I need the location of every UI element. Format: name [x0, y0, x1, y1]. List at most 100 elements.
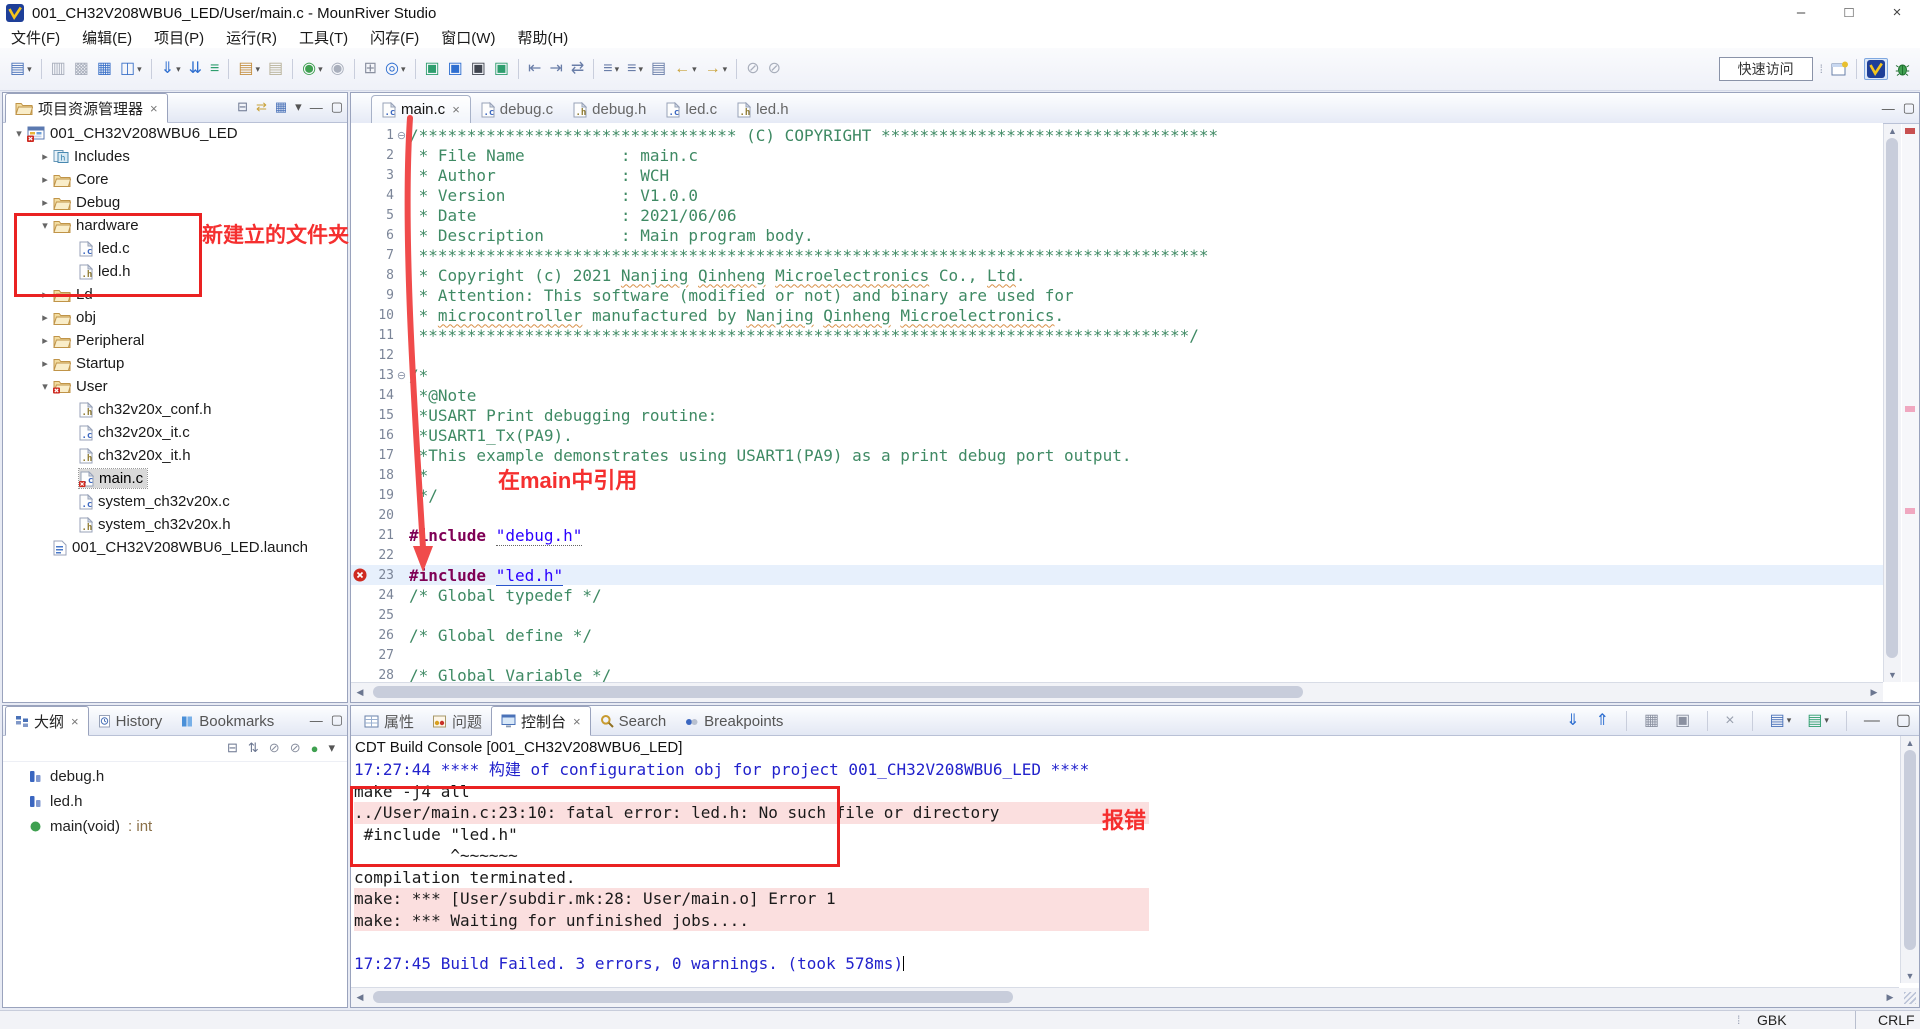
editor-tab-led.h[interactable]: .h led.h: [727, 96, 799, 123]
maximize-button[interactable]: □: [1826, 0, 1872, 26]
console-tab-属性[interactable]: 属性: [355, 707, 423, 735]
code-line-21[interactable]: 21 #include "debug.h": [351, 525, 1883, 546]
code-line-17[interactable]: 17 *This example demonstrates using USAR…: [351, 445, 1883, 465]
minimize-button[interactable]: –: [1778, 0, 1824, 26]
tree-item-main.c[interactable]: .c main.c: [3, 467, 347, 490]
fold-minus-icon[interactable]: ⊖: [394, 369, 409, 382]
toolbar-open-windows[interactable]: ▦: [94, 56, 115, 82]
minimize-icon[interactable]: —: [310, 713, 323, 728]
editor-horizontal-scrollbar[interactable]: ◀ ▶: [351, 682, 1883, 702]
editor-tab-led.c[interactable]: .c led.c: [656, 96, 727, 123]
toolbar-sort-a[interactable]: ≡ ▾: [600, 56, 622, 82]
toolbar-forward[interactable]: → ▾: [702, 56, 731, 82]
tree-item-Startup[interactable]: ▸ Startup: [3, 352, 347, 375]
close-icon[interactable]: ×: [452, 102, 460, 117]
tree-item-obj[interactable]: ▸ obj: [3, 306, 347, 329]
menu-item[interactable]: 文件(F): [0, 27, 71, 48]
maximize-icon[interactable]: ▢: [1903, 100, 1915, 116]
chevron-right-icon[interactable]: ▸: [37, 196, 53, 209]
toolbar-flash[interactable]: ▤ ▾: [235, 56, 263, 82]
editor-tab-debug.h[interactable]: .h debug.h: [563, 96, 656, 123]
outline-item-led.h[interactable]: led.h: [3, 789, 347, 814]
view-menu-icon[interactable]: ▾: [295, 99, 302, 115]
code-line-4[interactable]: 4 * Version : V1.0.0: [351, 185, 1883, 205]
code-line-25[interactable]: 25: [351, 605, 1883, 625]
scroll-down-icon[interactable]: ▼: [1901, 971, 1919, 981]
toolbar-pin-b[interactable]: ⊘: [765, 56, 784, 82]
scrollbar-thumb[interactable]: [1886, 138, 1898, 658]
tree-item-system_ch32v20x.c[interactable]: .c system_ch32v20x.c: [3, 490, 347, 513]
link-with-editor-icon[interactable]: ⇄: [256, 99, 267, 115]
code-line-1[interactable]: 1 ⊖/********************************* (C)…: [351, 125, 1883, 145]
code-editor[interactable]: 1 ⊖/********************************* (C)…: [351, 123, 1883, 685]
minimize-icon[interactable]: —: [1882, 101, 1895, 116]
console-tab-控制台[interactable]: 控制台 ×: [491, 706, 591, 736]
console-vertical-scrollbar[interactable]: ▲ ▼: [1900, 736, 1919, 983]
menu-item[interactable]: 运行(R): [215, 27, 288, 48]
chevron-right-icon[interactable]: ▸: [37, 334, 53, 347]
editor-tab-main.c[interactable]: .c main.c ×: [371, 95, 471, 123]
toolbar-tool-k[interactable]: ▣: [491, 56, 512, 82]
tree-item-Debug[interactable]: ▸ Debug: [3, 191, 347, 214]
annotation-marker[interactable]: [1905, 508, 1915, 514]
outline-tab-大纲[interactable]: 大纲 ×: [5, 706, 89, 736]
close-button[interactable]: ×: [1874, 0, 1920, 26]
chevron-right-icon[interactable]: ▸: [37, 357, 53, 370]
toolbar-perspective-config[interactable]: ◫ ▾: [117, 56, 145, 82]
toolbar-download[interactable]: ⇓ ▾: [158, 56, 184, 82]
chevron-right-icon[interactable]: ▸: [37, 173, 53, 186]
focus-active-icon[interactable]: ▦: [275, 99, 287, 115]
quick-access-box[interactable]: 快速访问: [1718, 57, 1813, 81]
console-tab-问题[interactable]: 问题: [423, 707, 491, 735]
toolbar-debug[interactable]: ◉ ▾: [299, 56, 326, 82]
console-tab-Breakpoints[interactable]: Breakpoints: [675, 707, 792, 735]
menu-item[interactable]: 项目(P): [143, 27, 215, 48]
fold-minus-icon[interactable]: ⊖: [394, 129, 409, 142]
code-line-15[interactable]: 15 *USART Print debugging routine:: [351, 405, 1883, 425]
chevron-down-icon[interactable]: ▾: [37, 380, 53, 393]
resize-grip[interactable]: [1899, 988, 1919, 1007]
toolbar-browse[interactable]: ◎ ▾: [382, 56, 409, 82]
toolbar-shift-left[interactable]: ⇤: [525, 56, 544, 82]
mrs-perspective-button[interactable]: [1864, 58, 1888, 80]
collapse-all-icon[interactable]: ⊟: [227, 740, 238, 756]
scrollbar-thumb[interactable]: [1904, 750, 1916, 950]
toolbar-tool-id[interactable]: ▣: [422, 56, 443, 82]
minimize-icon[interactable]: —: [310, 100, 323, 115]
menu-item[interactable]: 闪存(F): [359, 27, 430, 48]
toolbar-attach-debug[interactable]: ◉: [328, 56, 348, 82]
maximize-icon[interactable]: ▢: [331, 99, 343, 115]
console-scroll-lock-up[interactable]: ⇑: [1593, 708, 1612, 734]
code-line-16[interactable]: 16 *USART1_Tx(PA9).: [351, 425, 1883, 445]
code-line-14[interactable]: 14 *@Note: [351, 385, 1883, 405]
code-line-23[interactable]: 23 #include "led.h": [351, 565, 1883, 586]
code-line-20[interactable]: 20: [351, 505, 1883, 525]
tree-item-system_ch32v20x.h[interactable]: .h system_ch32v20x.h: [3, 513, 347, 536]
code-line-13[interactable]: 13 ⊖/*: [351, 365, 1883, 385]
console-scroll-lock-down[interactable]: ⇓: [1563, 708, 1582, 734]
scroll-right-icon[interactable]: ▶: [1881, 988, 1899, 1007]
toolbar-shift-right[interactable]: ⇥: [546, 56, 565, 82]
console-maximize[interactable]: ▢: [1893, 708, 1914, 734]
code-line-11[interactable]: 11 *************************************…: [351, 325, 1883, 345]
code-line-22[interactable]: 22: [351, 545, 1883, 565]
code-line-7[interactable]: 7 **************************************…: [351, 245, 1883, 265]
toolbar-back[interactable]: ← ▾: [671, 56, 700, 82]
close-icon[interactable]: ×: [573, 714, 581, 729]
scroll-right-icon[interactable]: ▶: [1865, 683, 1883, 702]
tree-item-User[interactable]: ▾ User: [3, 375, 347, 398]
toolbar-sort-b[interactable]: ≡ ▾: [624, 56, 646, 82]
toolbar-save-all[interactable]: ▩: [71, 56, 92, 82]
scroll-left-icon[interactable]: ◀: [351, 988, 369, 1007]
tree-item-ch32v20x_conf.h[interactable]: .h ch32v20x_conf.h: [3, 398, 347, 421]
menu-item[interactable]: 编辑(E): [71, 27, 143, 48]
code-line-27[interactable]: 27: [351, 645, 1883, 665]
code-line-10[interactable]: 10 * microcontroller manufactured by Nan…: [351, 305, 1883, 325]
outline-item-debug.h[interactable]: debug.h: [3, 764, 347, 789]
code-line-6[interactable]: 6 * Description : Main program body.: [351, 225, 1883, 245]
menu-item[interactable]: 工具(T): [288, 27, 359, 48]
collapse-all-icon[interactable]: ⊟: [237, 99, 248, 115]
editor-overview-ruler[interactable]: [1902, 124, 1919, 682]
console-minimize[interactable]: —: [1861, 708, 1883, 734]
code-line-12[interactable]: 12: [351, 345, 1883, 365]
